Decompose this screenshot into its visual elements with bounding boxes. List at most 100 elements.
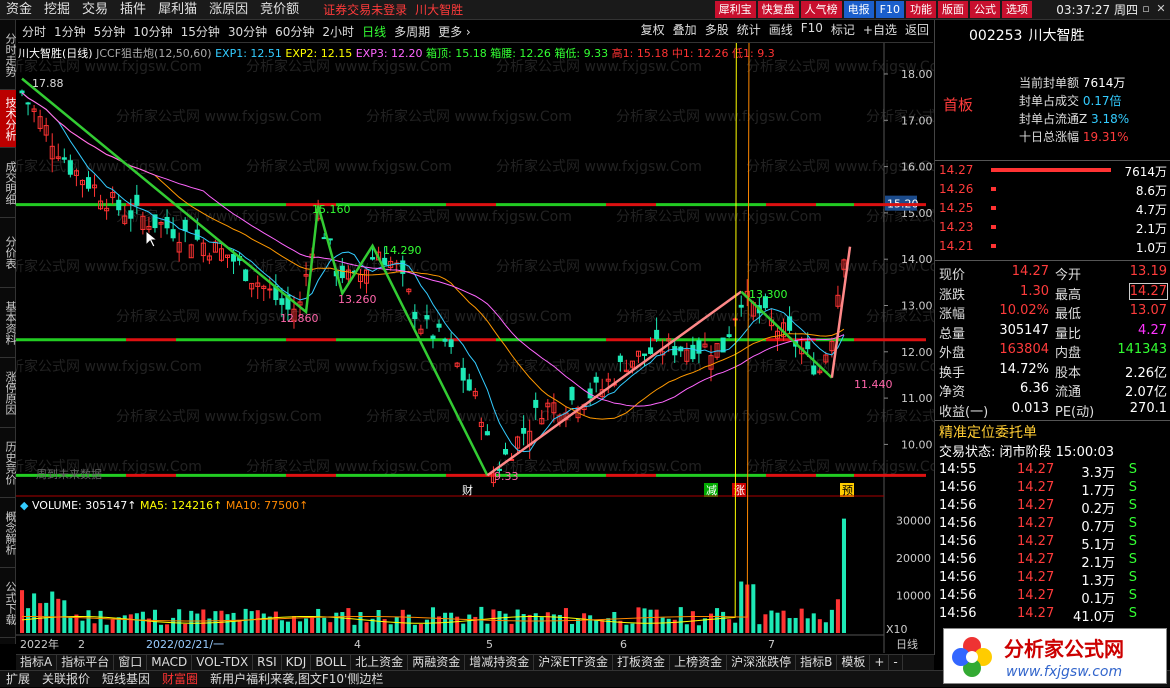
price-tick: 13.00	[901, 300, 933, 313]
tool-button[interactable]: 画线	[765, 21, 797, 38]
period-tab[interactable]: 1分钟	[50, 23, 90, 40]
menu-item[interactable]: 插件	[114, 0, 152, 20]
status-item[interactable]: 关联报价	[36, 671, 96, 687]
quick-button[interactable]: 电报	[843, 1, 874, 18]
date-tick: 4	[354, 638, 361, 651]
watermark: 分析家公式网 www.fxjgsw.Com	[246, 358, 452, 375]
event-marker[interactable]: 预	[842, 484, 853, 497]
indicator-tab[interactable]: 窗口	[114, 655, 148, 670]
quick-button[interactable]: 功能	[906, 1, 936, 18]
indicator-tab[interactable]: 指标B	[796, 655, 838, 670]
bid-bar	[991, 168, 1111, 172]
indicator-tab[interactable]: KDJ	[282, 655, 312, 670]
restore-icon[interactable]: ▫	[1139, 2, 1153, 16]
status-item[interactable]: 扩展	[0, 671, 36, 687]
tool-button[interactable]: 叠加	[669, 21, 701, 38]
seal-info-row: 十日总涨幅 19.31%	[1019, 130, 1129, 144]
period-tab[interactable]: 日线	[358, 23, 390, 40]
tool-button[interactable]: 复权	[637, 21, 669, 38]
period-tab[interactable]: 10分钟	[129, 23, 176, 40]
indicator-tab[interactable]: 打板资金	[613, 655, 671, 670]
indicator-tab[interactable]: +	[870, 655, 890, 670]
indicator-tab[interactable]: 沪深涨跌停	[727, 655, 797, 670]
menu-item[interactable]: 竞价额	[254, 0, 305, 20]
left-tab[interactable]: 概念解析	[0, 498, 17, 568]
indicator-tab[interactable]: 北上资金	[351, 655, 409, 670]
left-tab[interactable]: 历史竞价	[0, 428, 17, 498]
indicator-tab[interactable]: 增减持资金	[465, 655, 535, 670]
quick-button[interactable]: 人气榜	[800, 1, 842, 18]
indicator-tab[interactable]: MACD	[147, 655, 193, 670]
left-tab[interactable]: 分时走势	[0, 20, 17, 90]
quick-button[interactable]: 版面	[938, 1, 968, 18]
event-marker[interactable]: 财	[462, 483, 473, 497]
menu-item[interactable]: 挖掘	[38, 0, 76, 20]
indicator-tab[interactable]: VOL-TDX	[192, 655, 254, 670]
tool-button[interactable]: 标记	[827, 21, 859, 38]
vol-ma5-line	[21, 43, 737, 624]
status-item[interactable]: 短线基因	[96, 671, 156, 687]
login-notice[interactable]: 证券交易未登录	[323, 1, 407, 18]
price-annotation: 9.33	[494, 470, 519, 483]
menu-item[interactable]: 涨原因	[203, 0, 254, 20]
first-board-badge: 首板	[943, 96, 974, 114]
indicator-tab[interactable]: RSI	[253, 655, 282, 670]
left-tab[interactable]: 分价表	[0, 218, 17, 288]
watermark: 分析家公式网 www.fxjgsw.Com	[16, 258, 202, 275]
period-tab[interactable]: 60分钟	[271, 23, 318, 40]
watermark: 分析家公式网 www.fxjgsw.Com	[366, 308, 572, 325]
tool-button[interactable]: F10	[797, 21, 827, 38]
period-tab[interactable]: 5分钟	[90, 23, 130, 40]
indicator-tab[interactable]: BOLL	[311, 655, 352, 670]
kline-chart[interactable]: 分析家公式网 www.fxjgsw.Com 分析家公式网 www.fxjgsw.C…	[16, 43, 934, 653]
left-tab[interactable]: 成交明细	[0, 148, 17, 218]
watermark: 分析家公式网 www.fxjgsw.Com	[746, 358, 934, 375]
watermark: 分析家公式网 www.fxjgsw.Com	[616, 108, 822, 125]
menu-item[interactable]: 资金	[0, 0, 38, 20]
indicator-tab[interactable]: 模板	[837, 655, 871, 670]
quick-button[interactable]: F10	[875, 1, 904, 18]
volume-header: ◆ VOLUME: 305147↑ MA5: 124216↑ MA10: 775…	[20, 499, 308, 512]
logo-cn: 分析家公式网	[1004, 637, 1124, 661]
watermark: 分析家公式网 www.fxjgsw.Com	[496, 258, 702, 275]
tool-button[interactable]: 多股	[701, 21, 733, 38]
quick-button[interactable]: 选项	[1002, 1, 1032, 18]
period-tab[interactable]: 更多 ›	[434, 23, 475, 40]
indicator-tab[interactable]: 两融资金	[408, 655, 466, 670]
quick-button[interactable]: 犀利宝	[714, 1, 756, 18]
status-item[interactable]: 财富圈	[156, 671, 204, 687]
indicator-tab[interactable]: 上榜资金	[670, 655, 728, 670]
watermark: 分析家公式网 www.fxjgsw.Com	[366, 108, 572, 125]
left-tab[interactable]: 涨停原因	[0, 358, 17, 428]
tool-button[interactable]: +自选	[859, 21, 901, 38]
quick-button[interactable]: 公式	[970, 1, 1000, 18]
period-tab[interactable]: 多周期	[390, 23, 434, 40]
indicator-tab[interactable]: 指标平台	[57, 655, 115, 670]
price-tick: 16.00	[901, 161, 933, 174]
period-label: 日线	[896, 637, 918, 651]
period-tab[interactable]: 分时	[18, 23, 50, 40]
indicator-tab[interactable]: 指标A	[16, 655, 58, 670]
left-tab[interactable]: 公式下载	[0, 568, 17, 638]
period-tab[interactable]: 15分钟	[177, 23, 224, 40]
event-marker[interactable]: 减	[706, 484, 717, 497]
watermark: 分析家公式网 www.fxjgsw.Com	[116, 108, 322, 125]
status-item[interactable]: 新用户福利来袭,图文F10'侧边栏	[204, 671, 389, 687]
tool-button[interactable]: 返回	[901, 21, 933, 38]
quick-button[interactable]: 快复盘	[757, 1, 799, 18]
price-annotation: 14.290	[383, 244, 422, 257]
menu-item[interactable]: 交易	[76, 0, 114, 20]
period-tab[interactable]: 2小时	[318, 23, 358, 40]
left-tab[interactable]: 基本资料	[0, 288, 17, 358]
date-tick: 5	[486, 638, 493, 651]
period-tab[interactable]: 30分钟	[224, 23, 271, 40]
indicator-tab[interactable]: -	[889, 655, 903, 670]
watermark: 分析家公式网 www.fxjgsw.Com	[496, 358, 702, 375]
close-icon[interactable]: ✕	[1154, 2, 1168, 16]
left-tab[interactable]: 技术分析	[0, 90, 17, 148]
indicator-tab[interactable]: 沪深ETF资金	[534, 655, 614, 670]
menu-item[interactable]: 犀利猫	[152, 0, 203, 20]
price-annotation: 15.160	[312, 203, 351, 216]
bid-bar	[991, 244, 997, 248]
tool-button[interactable]: 统计	[733, 21, 765, 38]
